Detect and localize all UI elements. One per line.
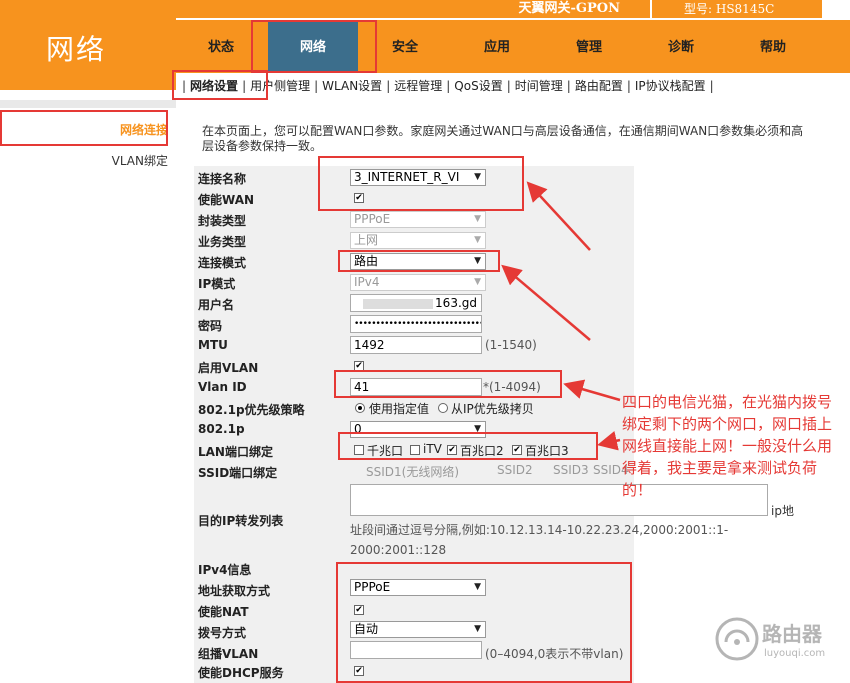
watermark: 路由器 luyouqi.com	[710, 612, 840, 672]
tab-diagnosis[interactable]: 诊断	[636, 20, 726, 73]
dial-label: 拨号方式	[198, 626, 247, 640]
tab-management[interactable]: 管理	[544, 20, 634, 73]
sidebar: 网络连接 VLAN绑定	[0, 100, 176, 683]
page-description: 在本页面上，您可以配置WAN口参数。家庭网关通过WAN口与高层设备通信，在通信期…	[202, 124, 804, 153]
product-title: 天翼网关-GPON	[176, 0, 650, 18]
username-input[interactable]: 163.gd	[350, 294, 482, 312]
tab-help[interactable]: 帮助	[728, 20, 818, 73]
router-logo-icon	[715, 617, 759, 661]
dest-ip-hint: 址段间通过逗号分隔,例如:10.12.13.14-10.22.23.24,200…	[350, 523, 729, 557]
blurred-region	[363, 298, 434, 309]
dest-ip-suffix: ip地	[771, 504, 794, 518]
conn-name-label: 连接名称	[198, 172, 247, 186]
highlight-conn-name	[318, 156, 524, 211]
service-select[interactable]: 上网 ▼	[350, 232, 486, 249]
service-value: 上网	[354, 233, 379, 247]
sub-nav: | 网络设置 | 用户侧管理 | WLAN设置 | 远程管理 | QoS设置 | 时间管理 | 路由配置 |…	[176, 73, 823, 100]
ip-mode-value: IPv4	[354, 275, 380, 289]
subnav-remote[interactable]: 远程管理	[390, 73, 446, 100]
password-input[interactable]: ••••••••••••••••••••••••••••••	[350, 315, 482, 333]
subnav-ip-stack[interactable]: IP协议栈配置	[631, 73, 710, 100]
p8021-radio-specified[interactable]	[355, 403, 365, 413]
p8021-opt1-label: 使用指定值	[369, 402, 430, 416]
watermark-sub: luyouqi.com	[764, 648, 826, 659]
ip-mode-select[interactable]: IPv4 ▼	[350, 274, 486, 291]
vlan-id-label: Vlan ID	[198, 380, 247, 394]
highlight-vlan-id	[334, 370, 562, 398]
p8021-policy-label: 802.1p优先级策略	[198, 403, 305, 417]
enable-vlan-label: 启用VLAN	[198, 361, 259, 375]
subnav-wlan[interactable]: WLAN设置	[318, 73, 386, 100]
mtu-label: MTU	[198, 338, 228, 352]
ssid-bind-label: SSID端口绑定	[198, 466, 278, 480]
ip-mode-label: IP模式	[198, 277, 236, 291]
highlight-conn-mode	[338, 250, 500, 272]
p8021-label: 802.1p	[198, 422, 245, 436]
highlight-lan-bind	[338, 432, 598, 460]
highlight-subnav	[172, 70, 268, 100]
subnav-route[interactable]: 路由配置	[571, 73, 627, 100]
ssid-port-label-1: SSID1(无线网络)	[366, 465, 460, 479]
chevron-down-icon: ▼	[474, 235, 481, 245]
mcast-vlan-label: 组播VLAN	[198, 647, 259, 661]
mtu-input[interactable]: 1492	[350, 336, 482, 354]
encap-select[interactable]: PPPoE ▼	[350, 211, 486, 228]
enable-dhcp-label: 使能DHCP服务	[198, 666, 284, 680]
service-label: 业务类型	[198, 235, 247, 249]
watermark-title: 路由器	[762, 622, 822, 646]
sidebar-item-vlan[interactable]: VLAN绑定	[112, 152, 168, 169]
highlight-network-tab	[251, 20, 377, 73]
ipv4-info-label: IPv4信息	[198, 563, 252, 577]
chevron-down-icon: ▼	[474, 214, 481, 224]
logo-area: 网络	[0, 0, 176, 90]
tab-application[interactable]: 应用	[452, 20, 542, 73]
chevron-down-icon: ▼	[474, 277, 481, 287]
mtu-hint: (1-1540)	[485, 338, 537, 352]
section-title: 网络	[46, 33, 107, 66]
username-value: 163.gd	[435, 296, 477, 310]
dest-ip-label: 目的IP转发列表	[198, 514, 284, 528]
lan-bind-label: LAN端口绑定	[198, 445, 273, 459]
subnav-qos[interactable]: QoS设置	[450, 73, 506, 100]
ssid-port-label-3: SSID3	[553, 463, 589, 477]
subnav-time[interactable]: 时间管理	[511, 73, 567, 100]
model-label: 型号: HS8145C	[652, 0, 822, 18]
p8021-radio-copy[interactable]	[438, 403, 448, 413]
ssid-port-label-2: SSID2	[497, 463, 533, 477]
highlight-sidebar	[0, 110, 168, 146]
conn-mode-label: 连接模式	[198, 256, 247, 270]
encap-label: 封装类型	[198, 214, 247, 228]
enable-nat-label: 使能NAT	[198, 605, 249, 619]
addr-method-label: 地址获取方式	[198, 584, 271, 598]
highlight-ipv4-info	[336, 562, 632, 683]
password-label: 密码	[198, 319, 223, 333]
p8021-opt2-label: 从IP优先级拷贝	[451, 402, 534, 416]
encap-value: PPPoE	[354, 212, 391, 226]
annotation-text: 四口的电信光猫，在光猫内拨号绑定剩下的两个网口，网口插上网线直接能上网！一般没什…	[622, 393, 833, 499]
enable-wan-label: 使能WAN	[198, 193, 255, 207]
username-label: 用户名	[198, 298, 235, 312]
